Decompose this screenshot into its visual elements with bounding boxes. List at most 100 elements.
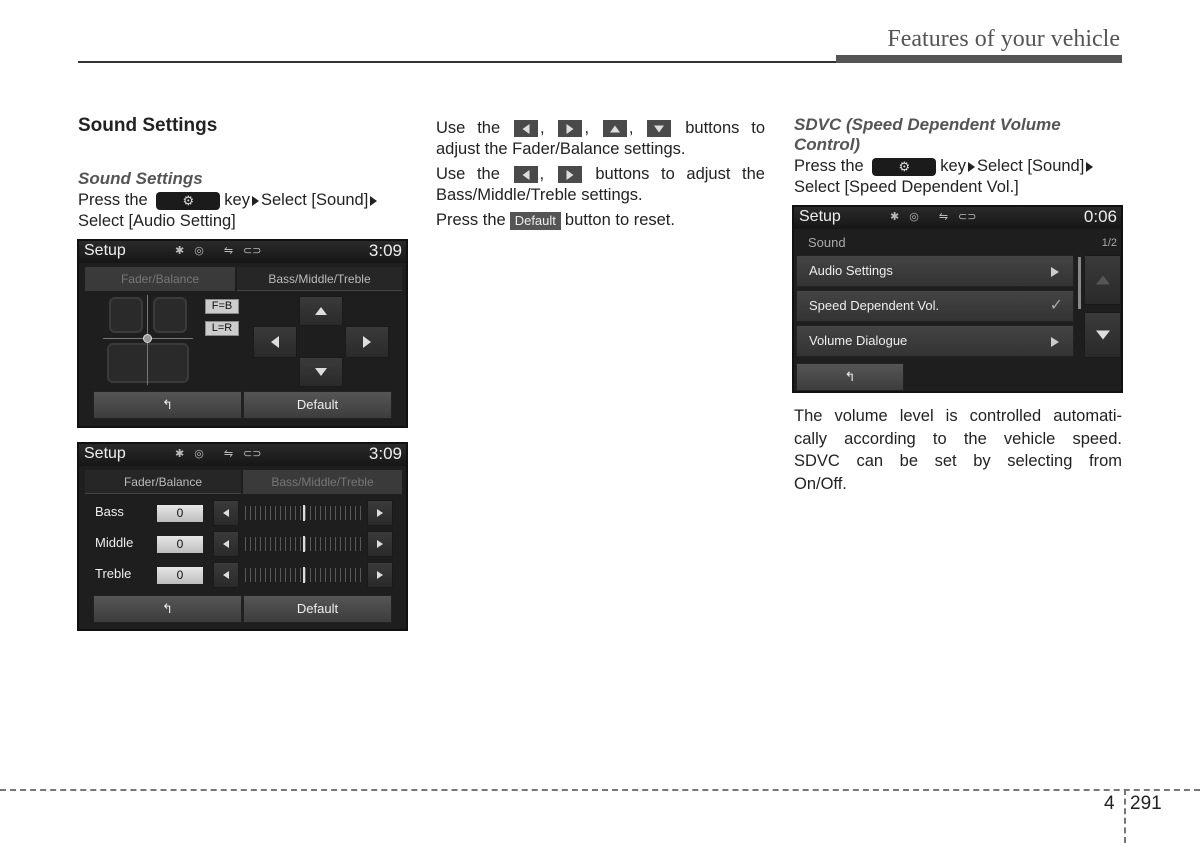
back-button[interactable]: ↰ (93, 391, 242, 419)
page-number: 291 (1130, 793, 1162, 814)
bass-slider-knob[interactable] (303, 505, 305, 521)
disc-icon: ◎ (194, 448, 204, 460)
tab-bass-middle-treble[interactable]: Bass/Middle/Treble (237, 267, 402, 291)
header-bar (836, 55, 1122, 63)
chevron-right-icon (1051, 267, 1059, 277)
balance-left-button[interactable] (253, 326, 297, 358)
left-button-icon (513, 166, 538, 184)
para-fader-line2: adjust the Fader/Balance settings. (436, 140, 686, 158)
scroll-down-button[interactable] (1084, 312, 1121, 358)
text: cally according to the vehicle speed. (794, 429, 1122, 448)
tab-fader-balance[interactable]: Fader/Balance (85, 470, 241, 494)
text: key (224, 191, 250, 209)
down-button-icon (647, 120, 672, 138)
default-button[interactable]: Default (243, 391, 392, 419)
status-icons: ✱ ◎ ⇋ ⊂⊃ (175, 447, 261, 460)
left-icon (223, 540, 229, 548)
back-arrow-icon: ↰ (162, 601, 173, 616)
usb-icon: ⇋ (223, 448, 234, 460)
menu-item-label: Volume Dialogue (809, 333, 908, 348)
seat-front-right (153, 297, 187, 333)
gear-icon: ⚙ (898, 158, 911, 174)
screen-title: Setup (84, 445, 126, 462)
middle-decrease-button[interactable] (213, 531, 239, 557)
usb-icon: ⇋ (223, 245, 234, 257)
back-button[interactable]: ↰ (93, 595, 242, 623)
para-fader-line1: Use the , , , buttons to (436, 119, 765, 138)
footer-divider (1124, 789, 1126, 843)
bass-increase-button[interactable] (367, 500, 393, 526)
scrollbar[interactable] (1078, 257, 1081, 309)
status-bar: Setup ✱ ◎ ⇋ ⊂⊃ 3:09 (79, 444, 406, 466)
text: Use the (436, 119, 501, 137)
arrow-icon (1086, 161, 1094, 172)
checkmark-icon[interactable]: ✓ (1050, 291, 1063, 321)
para-bmt-line1: Use the , buttons to adjust the (436, 165, 765, 184)
footer-rule (0, 789, 1200, 791)
status-bar: Setup ✱ ◎ ⇋ ⊂⊃ 3:09 (79, 241, 406, 263)
tab-fader-balance[interactable]: Fader/Balance (85, 267, 235, 291)
arrow-icon (370, 195, 378, 206)
middle-slider-knob[interactable] (303, 536, 305, 552)
menu-item-audio-settings[interactable]: Audio Settings (796, 255, 1074, 287)
menu-item-volume-dialogue[interactable]: Volume Dialogue (796, 325, 1074, 357)
fader-down-button[interactable] (299, 357, 343, 387)
text: Control) (794, 135, 861, 154)
text: Select [Speed Dependent Vol.] (794, 178, 1019, 196)
aux-icon: ⊂⊃ (958, 211, 977, 223)
balance-right-button[interactable] (345, 326, 389, 358)
screen-title: Setup (799, 208, 841, 225)
position-marker[interactable] (143, 334, 152, 343)
lr-equal-button[interactable]: L=R (205, 321, 239, 336)
seat-front-left (109, 297, 143, 333)
text: The volume level is controlled automati- (794, 407, 1122, 425)
up-icon (315, 307, 327, 315)
text: Use the (436, 165, 500, 183)
default-button[interactable]: Default (243, 595, 392, 623)
arrow-icon (967, 161, 975, 172)
screen-sound-menu: Setup ✱ ◎ ⇋ ⊂⊃ 0:06 Sound 1/2 Audio Sett… (792, 205, 1123, 393)
down-icon (1095, 330, 1110, 340)
tab-bass-middle-treble[interactable]: Bass/Middle/Treble (243, 470, 402, 494)
bass-decrease-button[interactable] (213, 500, 239, 526)
right-button-icon (558, 120, 583, 138)
left-icon (271, 336, 279, 348)
treble-label: Treble (95, 566, 132, 581)
instruction-sdvc: Press the ⚙ key Select [Sound] Select [Spe… (794, 156, 1124, 198)
screen-fader-balance: Setup ✱ ◎ ⇋ ⊂⊃ 3:09 Fader/Balance Bass/M… (77, 239, 408, 428)
text: key (940, 157, 966, 175)
scroll-up-button[interactable] (1084, 255, 1121, 305)
menu-item-speed-dependent-vol[interactable]: Speed Dependent Vol. ✓ (796, 290, 1074, 322)
right-icon (377, 540, 383, 548)
chapter-number: 4 (1104, 793, 1115, 814)
status-icons: ✱ ◎ ⇋ ⊂⊃ (175, 244, 261, 257)
default-button-icon: Default (509, 211, 561, 230)
fb-equal-button[interactable]: F=B (205, 299, 239, 314)
middle-label: Middle (95, 535, 134, 550)
menu-section-label: Sound (808, 235, 846, 250)
arrow-icon (251, 195, 259, 206)
text: Press the (436, 211, 506, 229)
fader-up-button[interactable] (299, 296, 343, 326)
menu-item-label: Speed Dependent Vol. (809, 298, 940, 313)
right-icon (377, 571, 383, 579)
text: Select [Sound] (976, 157, 1085, 175)
para-bmt-line2: Bass/Middle/Treble settings. (436, 186, 643, 204)
subheading-sound-settings: Sound Settings (78, 169, 203, 188)
clock: 3:09 (368, 241, 402, 260)
middle-increase-button[interactable] (367, 531, 393, 557)
treble-slider-knob[interactable] (303, 567, 305, 583)
treble-increase-button[interactable] (367, 562, 393, 588)
right-icon (377, 509, 383, 517)
left-icon (223, 571, 229, 579)
middle-value: 0 (157, 536, 203, 553)
setup-key: ⚙ (156, 191, 221, 210)
screen-bass-middle-treble: Setup ✱ ◎ ⇋ ⊂⊃ 3:09 Fader/Balance Bass/M… (77, 442, 408, 631)
bass-value: 0 (157, 505, 203, 522)
treble-decrease-button[interactable] (213, 562, 239, 588)
text: Select [Audio Setting] (78, 212, 236, 230)
back-button[interactable]: ↰ (796, 363, 904, 391)
text: Select [Sound] (260, 191, 369, 209)
bluetooth-icon: ✱ (175, 245, 185, 257)
usb-icon: ⇋ (938, 211, 949, 223)
